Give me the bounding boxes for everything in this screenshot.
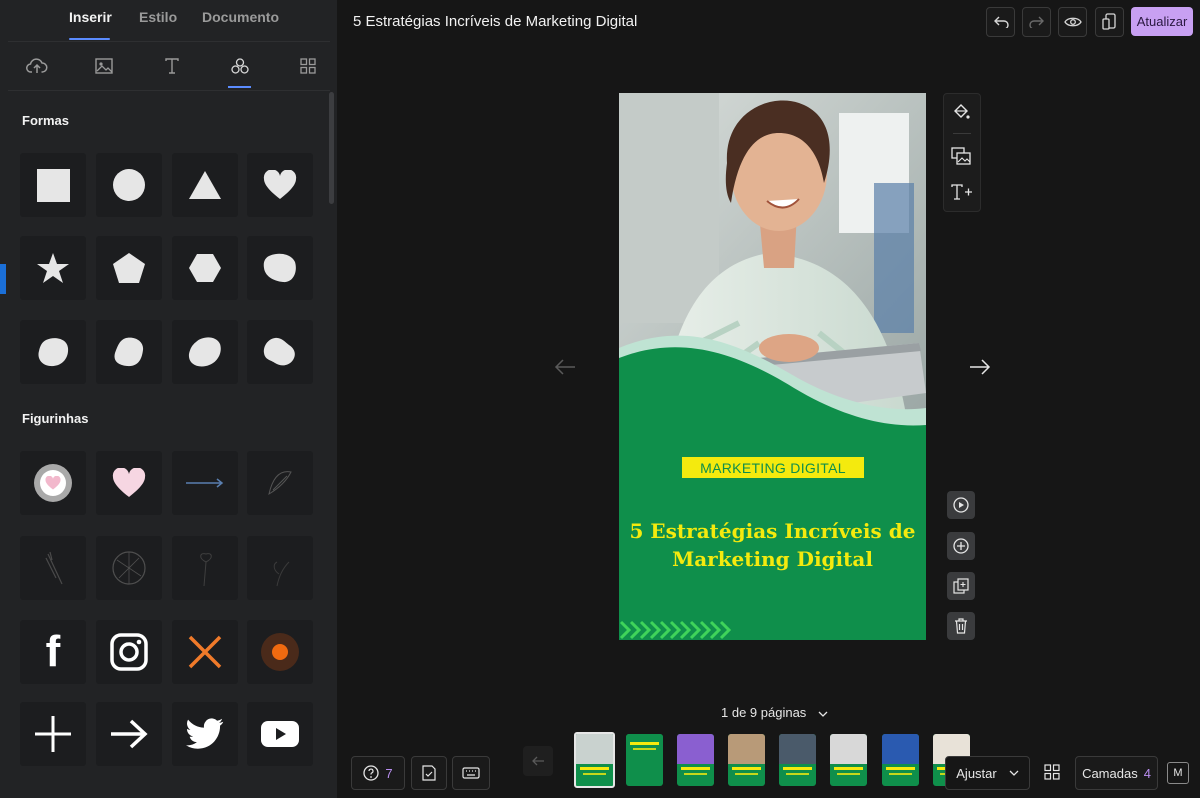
- sketch-sticker[interactable]: [247, 451, 313, 515]
- image-icon[interactable]: [92, 55, 116, 77]
- wreath-sketch-sticker[interactable]: [96, 536, 162, 600]
- redo-button[interactable]: [1022, 7, 1051, 37]
- page-thumbnail[interactable]: [779, 734, 816, 786]
- page-thumbnail[interactable]: [626, 734, 663, 786]
- twitter-icon[interactable]: [172, 702, 238, 766]
- facebook-icon[interactable]: f: [20, 620, 86, 684]
- zoom-fit-dropdown[interactable]: Ajustar: [945, 756, 1030, 790]
- upload-icon[interactable]: [25, 55, 49, 77]
- layers-button[interactable]: Camadas 4: [1075, 756, 1158, 790]
- blob-shape[interactable]: [96, 320, 162, 384]
- flower-sketch-sticker[interactable]: [172, 536, 238, 600]
- help-count: 7: [385, 765, 393, 781]
- story-page-canvas[interactable]: MARKETING DIGITAL 5 Estratégias Incrívei…: [619, 93, 926, 640]
- play-button[interactable]: [947, 491, 975, 519]
- layers-count: 4: [1143, 765, 1151, 781]
- heart-shape[interactable]: [247, 153, 313, 217]
- help-button[interactable]: 7: [351, 756, 405, 790]
- keyboard-shortcuts-button[interactable]: [452, 756, 490, 790]
- heart-badge-sticker[interactable]: [20, 451, 86, 515]
- add-page-button[interactable]: [947, 532, 975, 560]
- youtube-icon[interactable]: [247, 702, 313, 766]
- sidebar: Inserir Estilo Documento Formas Figurinh…: [0, 0, 337, 798]
- text-icon[interactable]: [160, 55, 184, 77]
- plus-sticker[interactable]: [20, 702, 86, 766]
- undo-button[interactable]: [986, 7, 1015, 37]
- keyboard-icon: [462, 767, 480, 779]
- plant-sketch-sticker[interactable]: [247, 536, 313, 600]
- page-thumbnail[interactable]: [882, 734, 919, 786]
- previous-page-arrow-icon[interactable]: [553, 355, 577, 379]
- tab-documento[interactable]: Documento: [202, 9, 279, 25]
- divider: [8, 41, 330, 42]
- wave-decoration: [619, 335, 926, 443]
- blob-shape[interactable]: [20, 320, 86, 384]
- divider: [953, 133, 971, 134]
- page-check-icon: [422, 765, 436, 781]
- update-button[interactable]: Atualizar: [1131, 7, 1193, 36]
- help-icon: [363, 765, 380, 781]
- grid-icon[interactable]: [296, 55, 320, 77]
- chevron-down-icon[interactable]: [818, 705, 828, 720]
- orange-x-sticker[interactable]: [172, 620, 238, 684]
- delete-page-button[interactable]: [947, 612, 975, 640]
- arrow-right-icon[interactable]: [96, 702, 162, 766]
- blob-shape[interactable]: [172, 320, 238, 384]
- pink-heart-sticker[interactable]: [96, 451, 162, 515]
- zoom-fit-label: Ajustar: [956, 765, 997, 781]
- triangle-shape[interactable]: [172, 153, 238, 217]
- instagram-icon[interactable]: [96, 620, 162, 684]
- document-title[interactable]: 5 Estratégias Incríveis de Marketing Dig…: [353, 13, 637, 30]
- page-notes-button[interactable]: [411, 756, 447, 790]
- thumbnails-scroll-left-button[interactable]: [523, 746, 553, 776]
- divider: [8, 90, 330, 91]
- category-badge[interactable]: MARKETING DIGITAL: [682, 457, 864, 478]
- m-shortcut-button[interactable]: M: [1167, 762, 1189, 784]
- scrollbar[interactable]: [329, 92, 334, 204]
- blob-shape[interactable]: [247, 236, 313, 300]
- next-page-arrow-icon[interactable]: [968, 355, 992, 379]
- paint-bucket-icon[interactable]: [950, 102, 972, 122]
- tab-inserir[interactable]: Inserir: [69, 9, 112, 25]
- blob-shape[interactable]: [247, 320, 313, 384]
- arrow-left-icon: [532, 756, 544, 766]
- page-thumbnail[interactable]: [830, 734, 867, 786]
- add-text-icon[interactable]: [950, 182, 974, 202]
- preview-button[interactable]: [1058, 7, 1087, 37]
- chevron-down-icon: [1009, 770, 1019, 776]
- arrow-sticker[interactable]: [172, 451, 238, 515]
- square-shape[interactable]: [20, 153, 86, 217]
- shapes-icon[interactable]: [228, 55, 252, 77]
- page-thumbnail[interactable]: [728, 734, 765, 786]
- collapse-handle[interactable]: [0, 264, 6, 294]
- circle-shape[interactable]: [96, 153, 162, 217]
- page-count-label: 1 de 9 páginas: [721, 705, 807, 720]
- section-title-figurinhas: Figurinhas: [22, 411, 89, 426]
- page-thumbnail[interactable]: [574, 732, 615, 788]
- active-tab-indicator: [69, 38, 110, 40]
- grid-view-icon[interactable]: [1040, 761, 1064, 783]
- carrot-sketch-sticker[interactable]: [20, 536, 86, 600]
- tab-estilo[interactable]: Estilo: [139, 9, 177, 25]
- page-thumbnail[interactable]: [677, 734, 714, 786]
- section-title-formas: Formas: [22, 113, 69, 128]
- headline-text[interactable]: 5 Estratégias Incríveis de Marketing Dig…: [629, 517, 916, 573]
- active-category-indicator: [228, 86, 251, 88]
- hexagon-shape[interactable]: [172, 236, 238, 300]
- page-count[interactable]: 1 de 9 páginas: [721, 705, 828, 720]
- record-dot-sticker[interactable]: [247, 620, 313, 684]
- chevron-pattern: [619, 620, 732, 640]
- duplicate-page-button[interactable]: [947, 572, 975, 600]
- star-shape[interactable]: [20, 236, 86, 300]
- layers-label: Camadas: [1082, 765, 1138, 781]
- pentagon-shape[interactable]: [96, 236, 162, 300]
- device-preview-button[interactable]: [1095, 7, 1124, 37]
- replace-image-icon[interactable]: [950, 146, 972, 166]
